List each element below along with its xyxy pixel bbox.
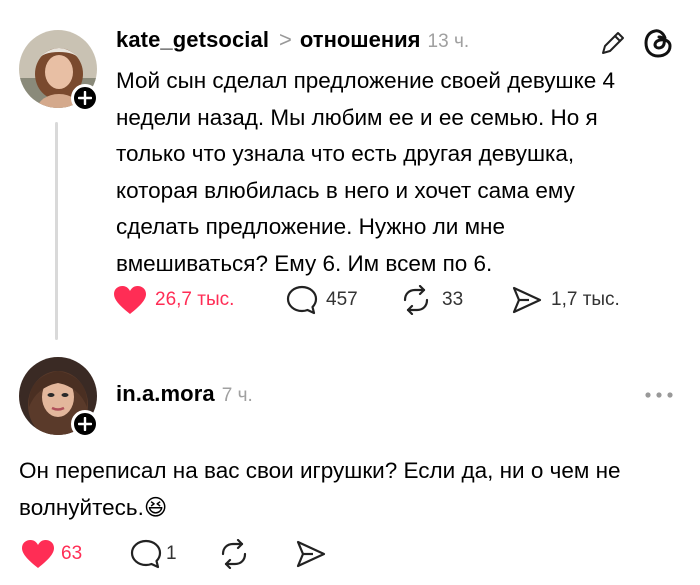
threads-logo-icon[interactable] (643, 27, 673, 59)
like-count: 26,7 тыс. (155, 289, 235, 310)
reply-follow-plus-icon[interactable] (71, 410, 99, 438)
reply-share-button[interactable] (295, 539, 327, 569)
reply-like-count: 63 (61, 543, 83, 564)
reply-text: Он переписал на вас свои игрушки? Если д… (19, 458, 621, 520)
reply-like-button[interactable]: 63 (21, 539, 82, 569)
post-username[interactable]: kate_getsocial (116, 27, 269, 53)
reply-repost-icon (221, 539, 247, 569)
share-button[interactable]: 1,7 тыс. (511, 285, 620, 315)
edit-icon[interactable] (598, 28, 628, 58)
repost-count: 33 (442, 289, 464, 310)
reply-text-block: Он переписал на вас свои игрушки? Если д… (19, 453, 679, 526)
reply-username[interactable]: in.a.mora (116, 381, 215, 407)
more-options-icon[interactable] (644, 388, 674, 400)
heart-icon (114, 286, 146, 314)
reply-comment-icon (130, 539, 162, 569)
comment-count: 457 (326, 289, 358, 310)
comment-icon (286, 285, 318, 315)
post-text: Мой сын сделал предложение своей девушке… (116, 68, 615, 276)
thread-line (55, 122, 58, 340)
share-icon (512, 286, 542, 314)
topic-separator: > (279, 27, 292, 52)
reply-share-icon (296, 540, 326, 568)
comment-button[interactable]: 457 (286, 285, 358, 315)
repost-icon (403, 285, 429, 315)
reply-comment-button[interactable]: 1 (130, 539, 177, 569)
reply-repost-button[interactable] (218, 539, 250, 569)
reply-heart-icon (22, 540, 54, 568)
follow-plus-icon[interactable] (71, 84, 99, 112)
post-time: 13 ч. (427, 31, 470, 52)
like-button[interactable]: 26,7 тыс. (113, 285, 234, 315)
laughing-emoji-icon: 😆 (143, 494, 168, 521)
post-header: kate_getsocial > отношения 13 ч. (116, 27, 469, 53)
reply-time: 7 ч. (221, 385, 253, 406)
repost-button[interactable]: 33 (400, 285, 463, 315)
share-count: 1,7 тыс. (551, 289, 620, 310)
reply-comment-count: 1 (166, 543, 177, 564)
reply-header: in.a.mora 7 ч. (116, 381, 253, 407)
post-topic[interactable]: отношения (300, 27, 421, 53)
